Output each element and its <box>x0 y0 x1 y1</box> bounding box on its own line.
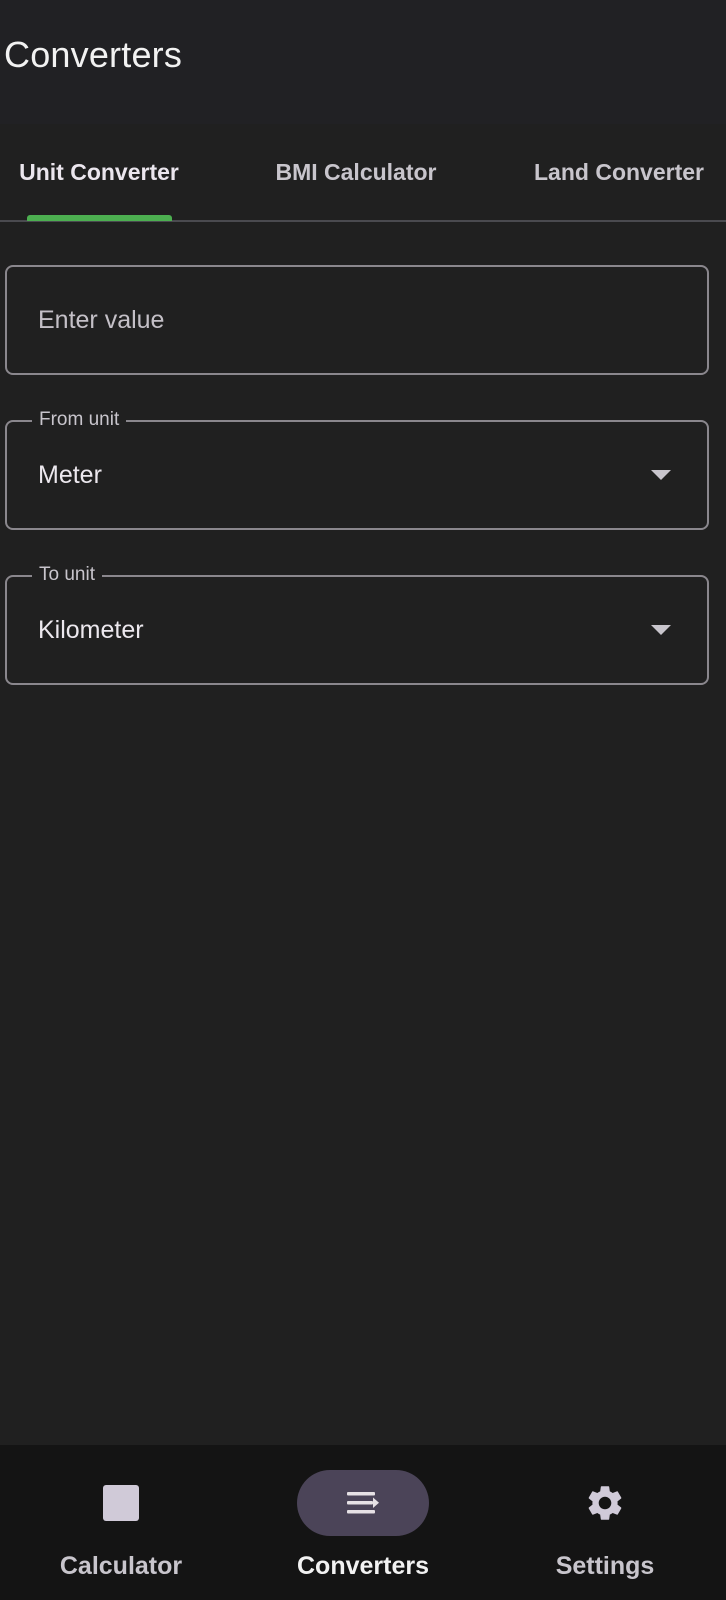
nav-icon-container <box>55 1470 187 1536</box>
tab-bmi-calculator[interactable]: BMI Calculator <box>258 124 454 220</box>
dropdown-arrow-icon[interactable] <box>651 470 671 480</box>
tab-unit-converter[interactable]: Unit Converter <box>0 124 198 220</box>
nav-label-calculator: Calculator <box>59 1552 183 1580</box>
to-unit-dropdown[interactable]: To unit Kilometer <box>5 563 709 685</box>
bottom-navigation: Calculator Converters Settings <box>0 1445 726 1600</box>
nav-icon-container <box>539 1470 671 1536</box>
nav-item-converters[interactable]: Converters <box>242 1445 484 1600</box>
nav-item-calculator[interactable]: Calculator <box>0 1445 242 1600</box>
dropdown-arrow-icon[interactable] <box>651 625 671 635</box>
nav-item-settings[interactable]: Settings <box>484 1445 726 1600</box>
tab-land-converter[interactable]: Land Converter <box>512 124 726 220</box>
list-arrow-icon <box>347 1492 379 1514</box>
to-unit-selected[interactable]: Kilometer <box>38 577 144 683</box>
top-app-bar: Converters <box>0 0 726 124</box>
page-title: Converters <box>4 34 183 75</box>
value-input-field[interactable]: Enter value <box>5 265 709 375</box>
gear-icon <box>588 1486 622 1520</box>
tab-bar: Unit Converter BMI Calculator Land Conve… <box>0 124 726 222</box>
value-input-placeholder[interactable]: Enter value <box>38 267 164 373</box>
from-unit-selected[interactable]: Meter <box>38 422 102 528</box>
from-unit-dropdown[interactable]: From unit Meter <box>5 408 709 530</box>
square-icon <box>103 1485 139 1521</box>
nav-label-settings: Settings <box>555 1552 655 1580</box>
nav-active-pill <box>297 1470 429 1536</box>
active-tab-indicator <box>27 215 172 221</box>
nav-label-converters: Converters <box>297 1552 429 1580</box>
